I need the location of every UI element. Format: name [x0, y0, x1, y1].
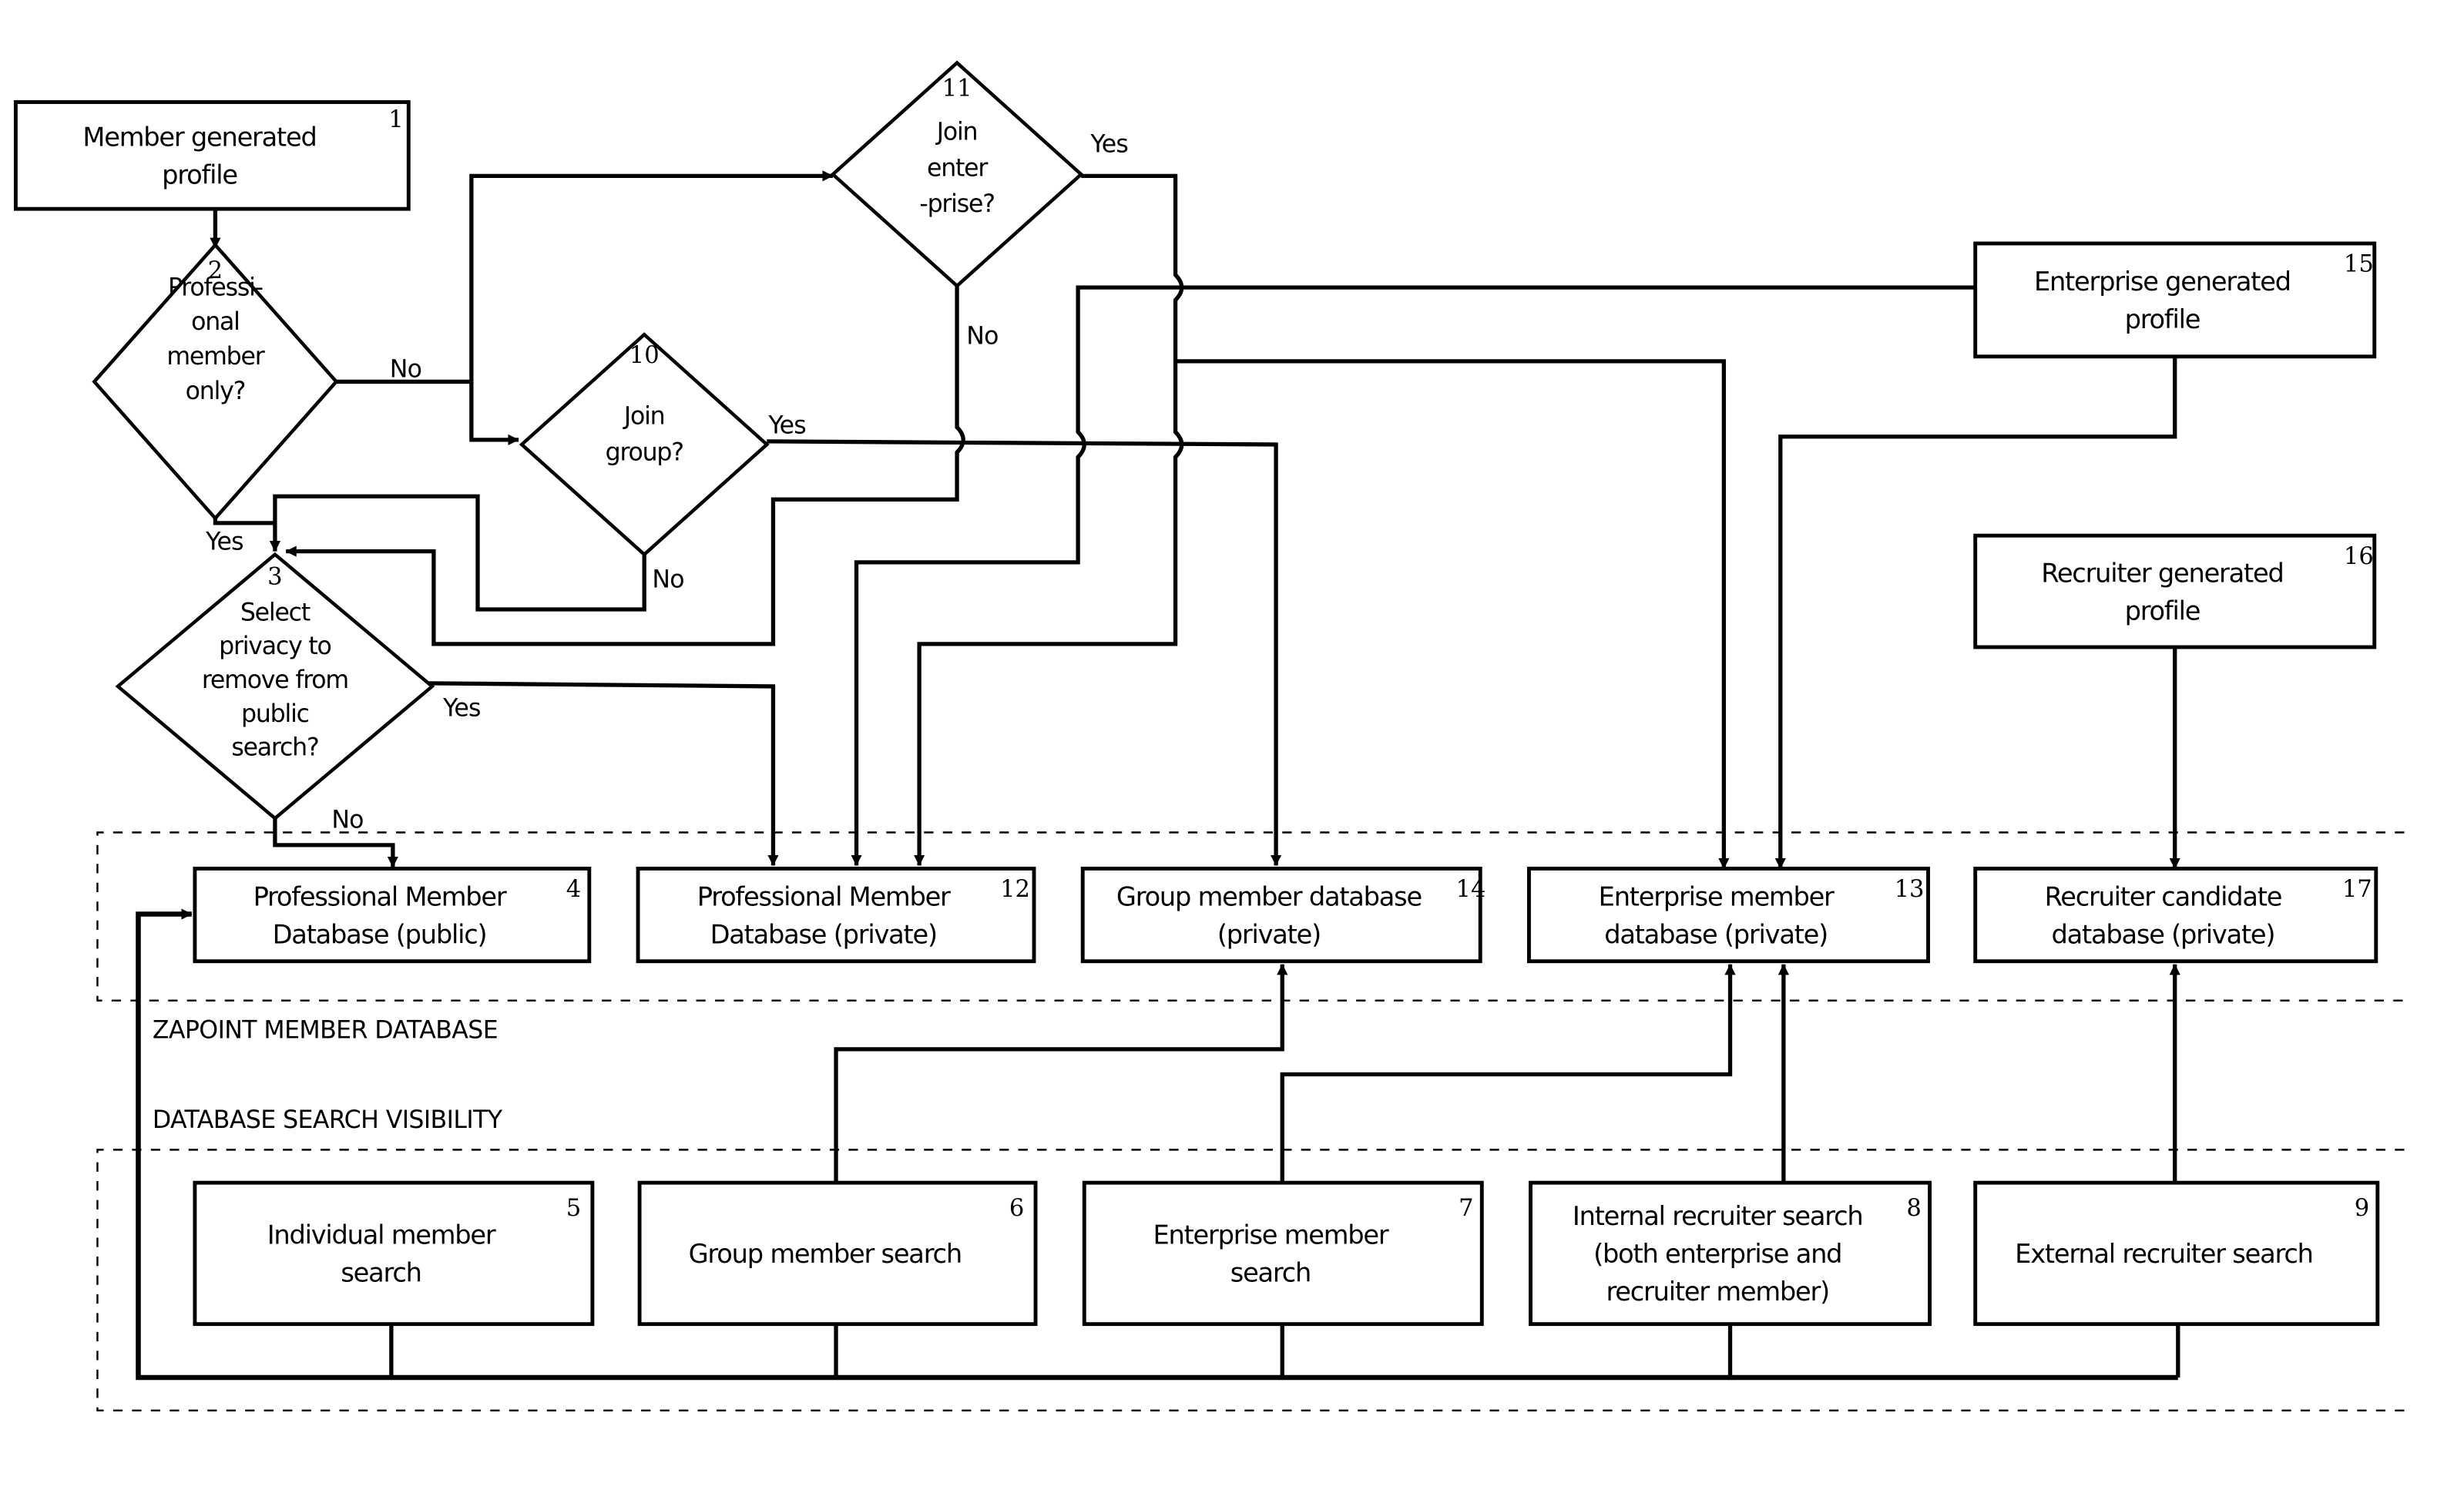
node-label-line: Join: [935, 118, 978, 146]
node-16-process: Recruiter generated profile 16: [1973, 533, 2377, 649]
edge-label-2-no: No: [390, 355, 421, 383]
node-number: 16: [2344, 543, 2374, 570]
flowchart-diagram: ZAPOINT MEMBER DATABASE DATABASE SEARCH …: [13, 60, 2405, 1412]
node-label-line: profile: [2125, 596, 2200, 626]
node-number: 3: [267, 563, 282, 590]
node-label-line: database (private): [2052, 919, 2275, 949]
edge-label-10-no: No: [652, 565, 683, 593]
node-15-process: Enterprise generated profile 15: [1973, 241, 2377, 359]
edge-label-11-no: No: [966, 322, 998, 350]
node-number: 9: [2355, 1195, 2369, 1222]
node-label-line: Database (public): [273, 919, 487, 949]
node-label-line: remove from: [202, 666, 348, 694]
node-label-line: (both enterprise and: [1593, 1239, 1841, 1269]
edge-3-yes-to-12: [428, 681, 779, 867]
edge-label-2-yes: Yes: [205, 529, 243, 556]
node-5-search: Individual member search 5: [193, 1180, 595, 1327]
edge-2-yes-to-3: [213, 515, 275, 525]
node-label-line: search: [1230, 1258, 1311, 1288]
node-label-line: Group member database: [1116, 881, 1422, 911]
node-6-search: Group member search 6: [637, 1180, 1038, 1327]
edge-2-to-10: [469, 381, 519, 445]
search-box: [193, 1180, 595, 1327]
process-box: [1973, 533, 2377, 649]
node-number: 10: [629, 342, 660, 369]
edge-label-3-no: No: [331, 806, 363, 834]
node-label-line: (private): [1217, 919, 1321, 949]
node-label-line: Professional Member: [253, 881, 507, 911]
edge-label-3-yes: Yes: [442, 695, 481, 723]
node-number: 17: [2342, 876, 2372, 903]
process-box: [1973, 241, 2377, 359]
node-label-line: profile: [2125, 304, 2200, 334]
node-label-line: Join: [623, 402, 665, 430]
edge-label-10-yes: Yes: [767, 412, 806, 440]
node-label-line: privacy to: [219, 633, 331, 660]
region-label-search-visibility: DATABASE SEARCH VISIBILITY: [153, 1106, 503, 1134]
node-label-line: Individual member: [267, 1220, 496, 1250]
node-13-database: Enterprise member database (private) 13: [1527, 866, 1930, 964]
nodes: Member generated profile 1 Enterprise gener…: [13, 60, 2380, 1327]
node-3-decision: 3 Select privacy to remove from public search…: [115, 552, 435, 821]
node-label-line: Member generated: [82, 122, 316, 153]
node-label-line: Internal recruiter search: [1573, 1201, 1863, 1231]
node-7-search: Enterprise member search 7: [1082, 1180, 1484, 1327]
node-number: 14: [1456, 876, 1486, 903]
node-number: 7: [1459, 1195, 1473, 1222]
node-4-database: Professional Member Database (public) 4: [193, 866, 592, 964]
node-11-decision: 11 Join enter -prise?: [830, 60, 1084, 289]
node-label-line: database (private): [1604, 919, 1828, 949]
node-number: 1: [388, 106, 403, 133]
node-17-database: Recruiter candidate database (private) 17: [1973, 866, 2378, 964]
edge-10-yes-to-14: [767, 439, 1282, 867]
node-14-database: Group member database (private) 14: [1080, 866, 1486, 964]
node-number: 15: [2344, 251, 2374, 278]
node-label-line: enter: [927, 154, 988, 182]
node-8-search: Internal recruiter search (both enterpris…: [1529, 1180, 1932, 1327]
node-12-database: Professional Member Database (private) 12: [636, 866, 1036, 964]
node-label-line: External recruiter search: [2015, 1239, 2313, 1269]
node-label-line: Enterprise member: [1153, 1220, 1388, 1250]
node-number: 11: [942, 75, 972, 102]
node-label-line: search: [341, 1258, 421, 1288]
node-9-search: External recruiter search 9: [1973, 1180, 2380, 1327]
node-10-decision: 10 Join group?: [519, 332, 770, 557]
node-label-line: search?: [231, 734, 318, 762]
node-label-line: Recruiter candidate: [2045, 881, 2282, 911]
node-label-line: member: [166, 343, 264, 371]
node-number: 8: [1906, 1195, 1921, 1222]
node-label-line: Select: [240, 599, 311, 626]
process-box: [13, 100, 411, 211]
node-label-line: Professi-: [168, 273, 263, 301]
node-number: 4: [566, 876, 581, 903]
edge-11-yes-to-13: [1175, 359, 1730, 870]
node-label-line: only?: [186, 378, 245, 405]
node-2-decision: 2Professi-onalmemberonly?: [92, 242, 339, 522]
node-label-line: Recruiter generated: [2041, 558, 2283, 588]
edge-15-to-12: [851, 285, 1976, 867]
node-number: 5: [566, 1195, 581, 1222]
node-label-line: Database (private): [710, 919, 937, 949]
node-number: 6: [1009, 1195, 1024, 1222]
node-label-line: Group member search: [689, 1239, 962, 1269]
node-label-line: Enterprise member: [1599, 881, 1835, 911]
edge-7-to-13: [1280, 964, 1736, 1182]
node-label-line: recruiter member): [1606, 1277, 1829, 1307]
node-label-line: profile: [162, 160, 237, 190]
node-label-line: public: [241, 700, 309, 728]
node-label-line: group?: [606, 438, 683, 466]
node-number: 13: [1895, 876, 1925, 903]
node-1-process: Member generated profile 1: [13, 100, 411, 211]
node-label-line: -prise?: [919, 190, 994, 218]
search-box: [1082, 1180, 1484, 1327]
edge-label-11-yes: Yes: [1089, 131, 1128, 159]
region-label-member-database: ZAPOINT MEMBER DATABASE: [153, 1017, 498, 1045]
edge-6-to-14: [834, 964, 1288, 1182]
node-label-line: onal: [191, 308, 240, 336]
node-number: 12: [1000, 876, 1030, 903]
node-label-line: Professional Member: [697, 881, 951, 911]
node-label-line: Enterprise generated: [2034, 267, 2291, 297]
